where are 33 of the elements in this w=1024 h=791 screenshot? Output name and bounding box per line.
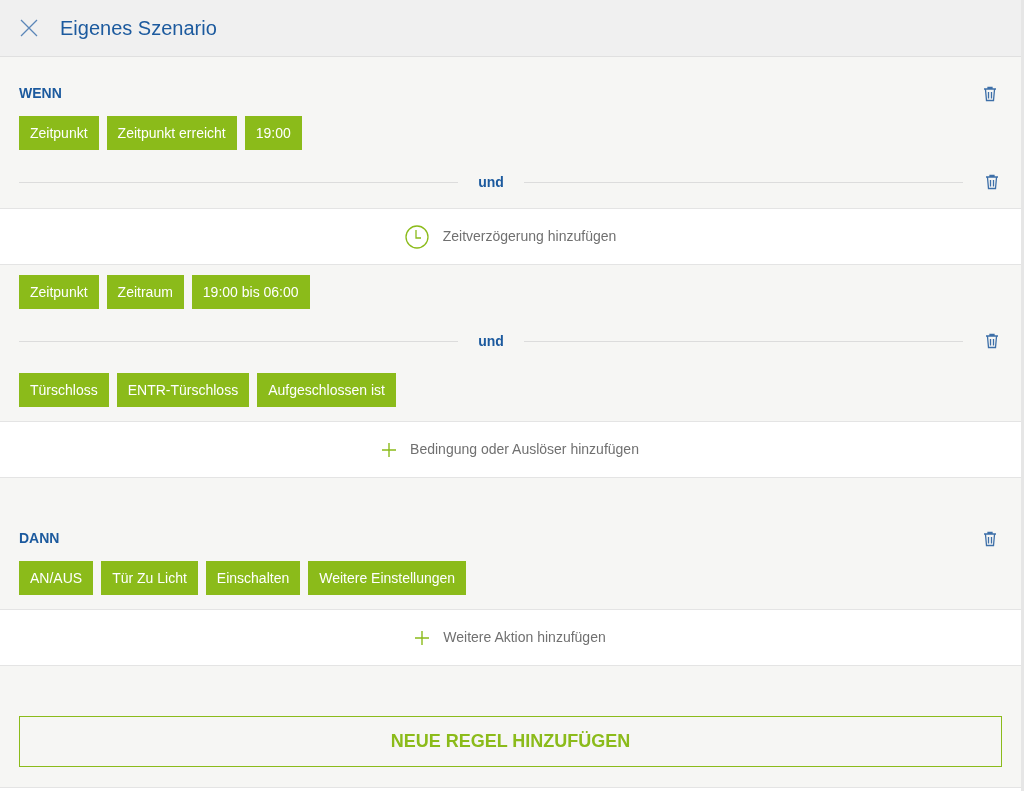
section-title: DANN [19,529,60,548]
condition-chip[interactable]: Zeitpunkt [19,116,99,150]
add-label: Bedingung oder Auslöser hinzufügen [410,440,639,459]
add-row[interactable]: Zeitverzögerung hinzufügen [0,208,1021,265]
close-icon[interactable] [20,19,38,37]
condition-chip[interactable]: AN/AUS [19,561,94,595]
condition-chip[interactable]: Türschloss [19,373,109,407]
trash-icon[interactable] [985,333,999,349]
add-row[interactable]: Weitere Aktion hinzufügen [0,609,1021,666]
condition-chip[interactable]: Weitere Einstellungen [308,561,467,595]
and-label: und [477,172,505,192]
trash-icon[interactable] [983,85,997,102]
add-row[interactable]: Bedingung oder Auslöser hinzufügen [0,421,1021,478]
page-title: Eigenes Szenario [60,16,217,41]
condition-chip[interactable]: Einschalten [205,561,301,595]
condition-chip[interactable]: ENTR-Türschloss [116,373,250,407]
add-label: Zeitverzögerung hinzufügen [442,227,617,246]
plus-icon [415,630,430,645]
condition-chip[interactable]: 19:00 bis 06:00 [191,275,310,309]
condition-chip[interactable]: Zeitpunkt [19,275,99,309]
and-label: und [477,331,505,351]
condition-chip[interactable]: Zeitpunkt erreicht [106,116,237,150]
plus-icon [382,442,397,457]
condition-chip[interactable]: Aufgeschlossen ist [257,373,396,407]
section-title: WENN [19,84,62,103]
clock-icon [404,224,429,249]
trash-icon[interactable] [985,174,999,190]
condition-chip[interactable]: 19:00 [244,116,302,150]
condition-chip[interactable]: Tür Zu Licht [101,561,198,595]
condition-chip[interactable]: Zeitraum [106,275,184,309]
new-rule-button[interactable]: NEUE REGEL HINZUFÜGEN [19,716,1002,767]
trash-icon[interactable] [983,530,997,547]
add-label: Weitere Aktion hinzufügen [443,628,606,647]
